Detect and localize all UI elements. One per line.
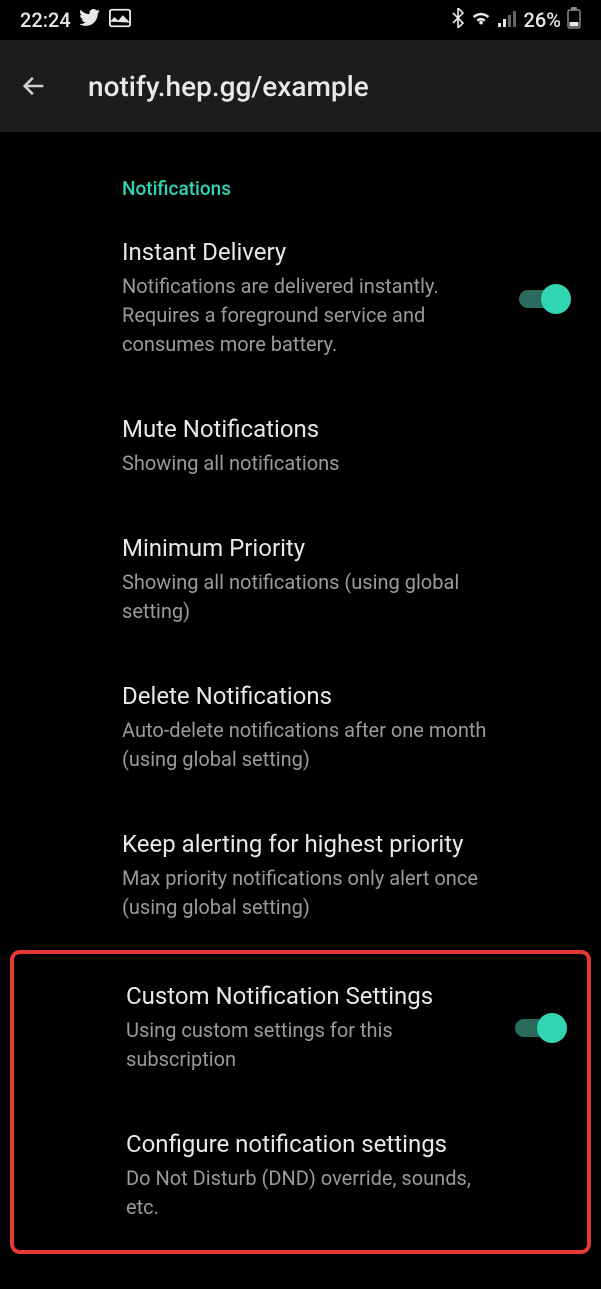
status-right: 26% (452, 7, 581, 34)
setting-keep-alerting[interactable]: Keep alerting for highest priority Max p… (0, 802, 601, 950)
toggle-instant-delivery[interactable] (519, 290, 567, 308)
status-time: 22:24 (20, 8, 71, 32)
battery-icon (567, 7, 581, 34)
setting-title: Minimum Priority (122, 534, 571, 562)
setting-mute-notifications[interactable]: Mute Notifications Showing all notificat… (0, 387, 601, 506)
setting-instant-delivery[interactable]: Instant Delivery Notifications are deliv… (0, 210, 601, 387)
status-bar: 22:24 26% (0, 0, 601, 40)
setting-subtitle: Max priority notifications only alert on… (122, 864, 571, 922)
setting-title: Custom Notification Settings (126, 982, 567, 1010)
setting-subtitle: Showing all notifications (using global … (122, 568, 571, 626)
signal-icon (498, 8, 518, 32)
section-header-notifications: Notifications (0, 132, 601, 210)
status-left: 22:24 (20, 8, 131, 33)
setting-title: Instant Delivery (122, 238, 571, 266)
picture-icon (109, 8, 131, 33)
page-title: notify.hep.gg/example (88, 70, 369, 103)
setting-title: Mute Notifications (122, 415, 571, 443)
setting-minimum-priority[interactable]: Minimum Priority Showing all notificatio… (0, 506, 601, 654)
setting-subtitle: Notifications are delivered instantly. R… (122, 272, 571, 359)
setting-subtitle: Showing all notifications (122, 449, 571, 478)
battery-percent: 26% (524, 8, 561, 32)
setting-subtitle: Using custom settings for this subscript… (126, 1016, 567, 1074)
setting-subtitle: Auto-delete notifications after one mont… (122, 716, 571, 774)
bluetooth-icon (452, 8, 464, 33)
content: Notifications Instant Delivery Notificat… (0, 132, 601, 1254)
setting-configure-notification[interactable]: Configure notification settings Do Not D… (14, 1102, 587, 1250)
setting-title: Delete Notifications (122, 682, 571, 710)
twitter-icon (79, 8, 101, 32)
setting-delete-notifications[interactable]: Delete Notifications Auto-delete notific… (0, 654, 601, 802)
wifi-icon (470, 8, 492, 32)
highlight-box: Custom Notification Settings Using custo… (10, 950, 591, 1254)
app-bar: notify.hep.gg/example (0, 40, 601, 132)
back-icon[interactable] (20, 72, 48, 100)
setting-subtitle: Do Not Disturb (DND) override, sounds, e… (126, 1164, 567, 1222)
setting-custom-notification[interactable]: Custom Notification Settings Using custo… (14, 954, 587, 1102)
toggle-custom-notification[interactable] (515, 1019, 563, 1037)
setting-title: Configure notification settings (126, 1130, 567, 1158)
setting-title: Keep alerting for highest priority (122, 830, 571, 858)
